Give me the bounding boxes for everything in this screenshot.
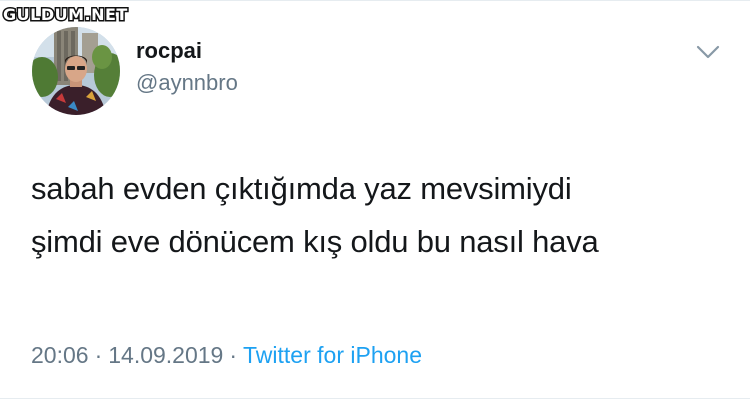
top-divider	[0, 0, 750, 1]
svg-text:GULDUM.NET: GULDUM.NET	[3, 5, 128, 24]
watermark-logo: GULDUM.NET	[2, 4, 129, 26]
tweet-line: sabah evden çıktığımda yaz mevsimiydi	[31, 171, 572, 206]
tweet-date[interactable]: 14.09.2019	[108, 342, 223, 368]
display-name[interactable]: rocpai	[136, 38, 202, 64]
bottom-divider	[0, 398, 750, 399]
tweet-source-link[interactable]: Twitter for iPhone	[243, 342, 422, 368]
chevron-down-icon	[696, 45, 720, 59]
tweet-meta: 20:06 · 14.09.2019 · Twitter for iPhone	[31, 340, 422, 370]
avatar-photo	[32, 27, 120, 115]
more-options-button[interactable]	[695, 42, 721, 62]
meta-separator: ·	[94, 342, 103, 368]
meta-separator: ·	[229, 342, 238, 368]
avatar[interactable]	[32, 27, 120, 115]
user-handle[interactable]: @aynnbro	[136, 70, 238, 96]
tweet-line: şimdi eve dönücem kış oldu bu nasıl hava	[31, 224, 599, 259]
tweet-time[interactable]: 20:06	[31, 342, 89, 368]
tweet-text: sabah evden çıktığımda yaz mevsimiydi şi…	[31, 162, 731, 268]
